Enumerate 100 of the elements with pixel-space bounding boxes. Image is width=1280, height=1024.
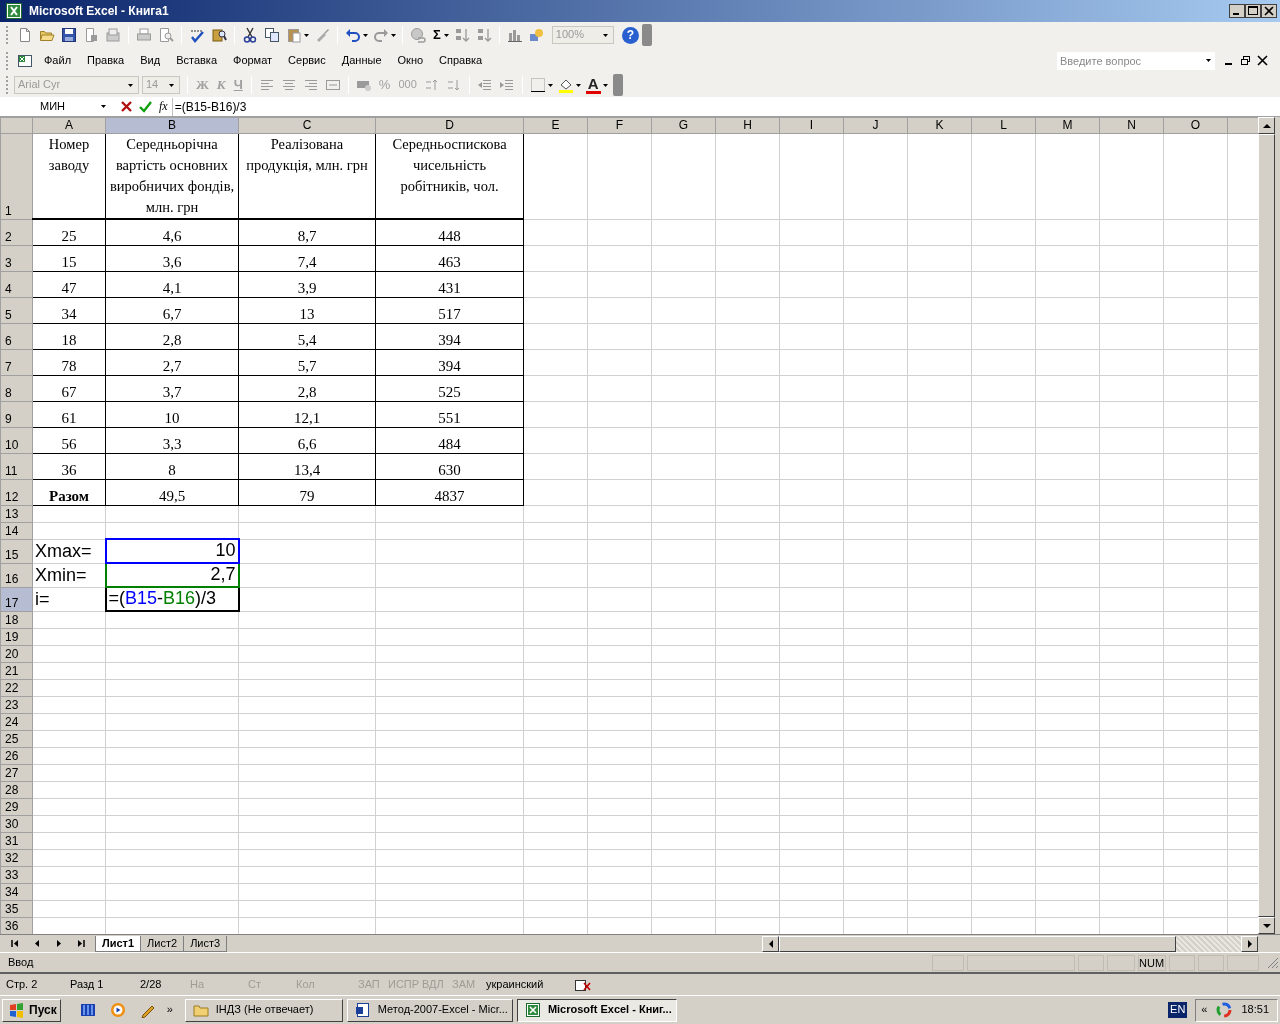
menu-item[interactable]: Правка xyxy=(79,53,133,68)
row-header[interactable]: 5 xyxy=(0,297,33,323)
menu-item[interactable]: Окно xyxy=(389,53,432,68)
close-icon[interactable] xyxy=(1257,55,1268,66)
copy-icon[interactable] xyxy=(264,27,280,43)
column-header[interactable]: B xyxy=(105,117,239,134)
close-button[interactable] xyxy=(1261,4,1277,18)
scroll-down-button[interactable] xyxy=(1258,917,1275,934)
column-header[interactable]: I xyxy=(779,117,844,134)
tray-expand-button[interactable]: « xyxy=(1201,1003,1208,1017)
last-sheet-icon[interactable] xyxy=(77,940,85,947)
column-header[interactable]: K xyxy=(907,117,972,134)
scroll-up-button[interactable] xyxy=(1258,117,1275,134)
taskbar-button[interactable]: Microsoft Excel - Книг... xyxy=(516,998,677,1022)
help-button[interactable]: ? xyxy=(621,26,639,44)
printer-icon[interactable] xyxy=(136,27,152,43)
row-header[interactable]: 7 xyxy=(0,349,33,375)
restore-icon[interactable] xyxy=(1240,55,1251,66)
menu-item[interactable]: Файл xyxy=(36,53,80,68)
autosum-button[interactable]: Σ xyxy=(429,27,445,43)
cell-editor[interactable]: =(B15-B16)/3 xyxy=(105,587,239,611)
row-header[interactable]: 8 xyxy=(0,375,33,401)
clipboard-icon[interactable] xyxy=(286,27,302,43)
row-header[interactable]: 17 xyxy=(0,587,33,611)
taskbar-button[interactable]: Метод-2007-Excel - Micr... xyxy=(346,998,513,1022)
document-lock-icon[interactable] xyxy=(83,27,99,43)
bar-chart-icon[interactable] xyxy=(506,27,523,43)
language-indicator[interactable]: EN xyxy=(1168,1002,1188,1018)
caret-icon[interactable] xyxy=(101,105,106,108)
column-header[interactable]: G xyxy=(651,117,716,134)
row-header[interactable]: 9 xyxy=(0,401,33,427)
column-header[interactable]: O xyxy=(1163,117,1228,134)
column-header[interactable]: J xyxy=(843,117,908,134)
scroll-left-button[interactable] xyxy=(762,935,779,952)
row-header[interactable]: 16 xyxy=(0,563,33,587)
sheet-tab[interactable]: Лист1 xyxy=(95,935,142,952)
cancel-icon[interactable] xyxy=(120,100,133,113)
minimize-button[interactable] xyxy=(1229,4,1245,18)
column-header[interactable]: N xyxy=(1099,117,1164,134)
column-header[interactable]: H xyxy=(715,117,780,134)
row-header[interactable]: 1 xyxy=(0,133,33,219)
scrollbar-thumb[interactable] xyxy=(779,935,1176,952)
caret-icon[interactable] xyxy=(1206,59,1211,62)
book-search-icon[interactable] xyxy=(211,27,227,43)
row-header[interactable]: 2 xyxy=(0,219,33,245)
row-header[interactable]: 6 xyxy=(0,323,33,349)
ring-logo-icon[interactable] xyxy=(1216,1002,1233,1018)
toolbar-options-icon[interactable] xyxy=(641,24,652,46)
column-header[interactable]: M xyxy=(1035,117,1100,134)
column-header[interactable]: A xyxy=(32,117,106,134)
caret-icon[interactable] xyxy=(443,33,449,37)
taskbar-button[interactable]: ІНДЗ (Не отвечает) xyxy=(184,998,343,1022)
menu-item[interactable]: Формат xyxy=(225,53,281,68)
caret-icon[interactable] xyxy=(391,33,396,37)
column-header[interactable]: L xyxy=(971,117,1036,134)
first-sheet-icon[interactable] xyxy=(11,940,19,947)
previous-sheet-icon[interactable] xyxy=(33,940,41,947)
resize-grip-icon[interactable] xyxy=(1266,955,1280,970)
name-box[interactable]: МИН xyxy=(0,97,112,116)
more-quick-launch-button[interactable]: » xyxy=(166,1003,173,1017)
drawing-shapes-icon[interactable] xyxy=(528,27,545,43)
row-header[interactable]: 12 xyxy=(0,479,33,505)
row-header[interactable]: 3 xyxy=(0,245,33,271)
menu-item[interactable]: Сервис xyxy=(280,53,334,68)
caret-icon[interactable] xyxy=(304,33,309,37)
next-sheet-icon[interactable] xyxy=(55,940,63,947)
formula-field[interactable]: =(B15-B16)/3 xyxy=(171,97,1280,116)
row-header[interactable]: 15 xyxy=(0,539,33,563)
workbook-icon[interactable] xyxy=(17,52,33,69)
column-header[interactable]: D xyxy=(375,117,524,134)
undo-arrow-icon[interactable] xyxy=(345,27,361,43)
maximize-button[interactable] xyxy=(1245,4,1261,18)
enter-check-icon[interactable] xyxy=(139,100,152,113)
start-button[interactable]: Пуск xyxy=(2,998,61,1022)
caret-icon[interactable] xyxy=(363,33,368,37)
new-document-icon[interactable] xyxy=(17,27,33,43)
scroll-right-button[interactable] xyxy=(1241,935,1258,952)
columns-icon[interactable] xyxy=(79,1002,96,1018)
column-header[interactable]: F xyxy=(587,117,652,134)
row-header[interactable]: 10 xyxy=(0,427,33,453)
help-search-field[interactable]: Введите вопрос xyxy=(1057,51,1205,70)
menu-item[interactable]: Вид xyxy=(132,53,169,68)
spell-check-icon[interactable] xyxy=(189,27,205,43)
scissors-icon[interactable] xyxy=(242,27,258,43)
table-cell: 5,4 xyxy=(238,323,376,349)
menu-item[interactable]: Вставка xyxy=(168,53,225,68)
word-document-icon xyxy=(354,1002,371,1018)
media-player-icon[interactable] xyxy=(109,1002,126,1018)
column-header[interactable]: E xyxy=(523,117,588,134)
insert-function-button[interactable]: fx xyxy=(159,99,168,114)
sheet-tab[interactable]: Лист3 xyxy=(183,935,228,952)
menu-item[interactable]: Данные xyxy=(333,53,390,68)
menu-item[interactable]: Справка xyxy=(431,53,491,68)
dropdown-button[interactable] xyxy=(1205,51,1215,70)
column-header[interactable]: C xyxy=(238,117,376,134)
caret-icon[interactable] xyxy=(602,33,608,37)
row-header[interactable]: 4 xyxy=(0,271,33,297)
column-heading: Середньорічна вартість основних виробничих фондів, млн. грн xyxy=(105,133,239,219)
print-preview-icon[interactable] xyxy=(158,27,174,43)
row-header[interactable]: 11 xyxy=(0,453,33,479)
